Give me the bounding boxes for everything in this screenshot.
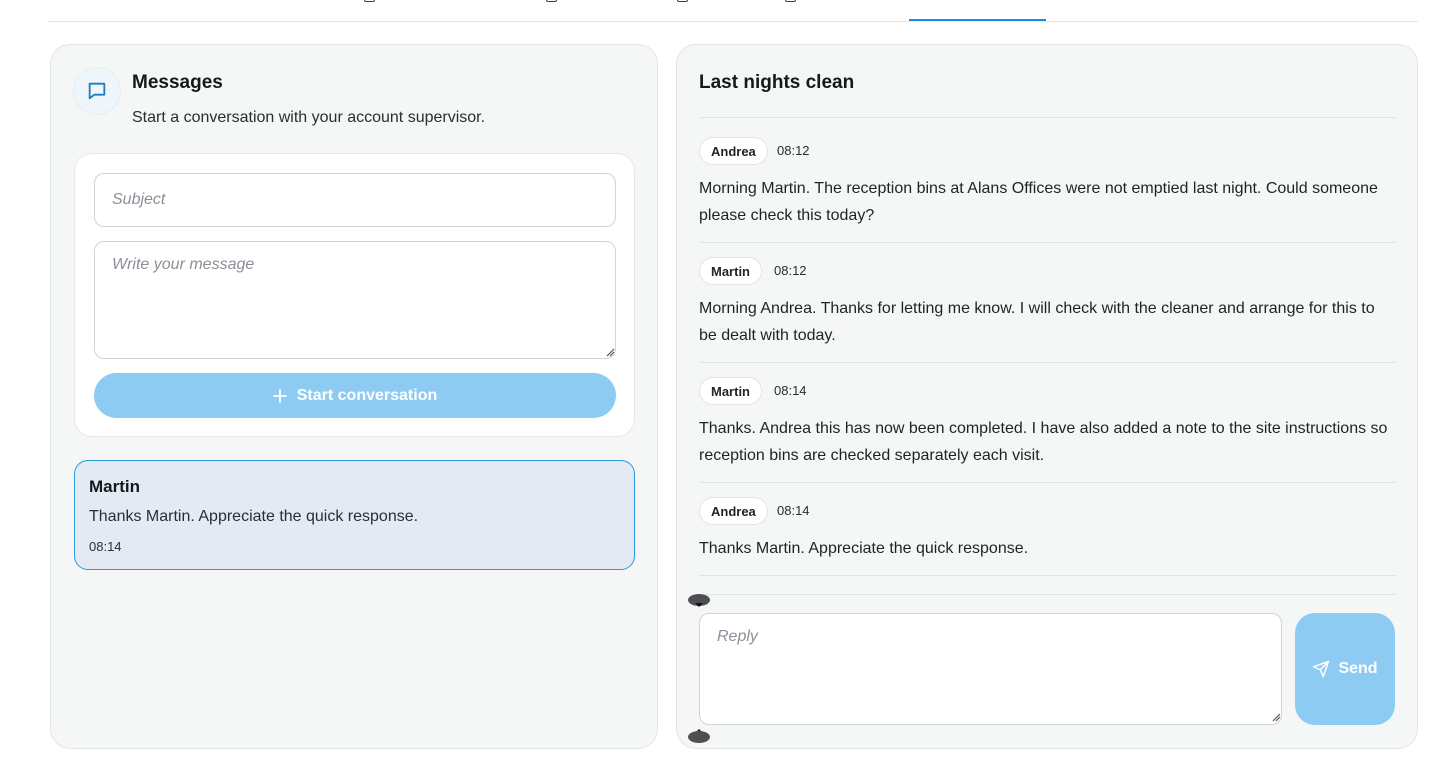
divider xyxy=(699,482,1396,483)
message-item: Martin 08:12 Morning Andrea. Thanks for … xyxy=(699,257,1396,362)
message-text: Morning Andrea. Thanks for letting me kn… xyxy=(699,300,1375,344)
conversation-preview: Thanks Martin. Appreciate the quick resp… xyxy=(89,508,419,525)
tab-icon[interactable] xyxy=(785,0,796,2)
conversation-item[interactable]: Martin Thanks Martin. Appreciate the qui… xyxy=(74,460,635,570)
message-time: 08:14 xyxy=(774,383,807,398)
tab-icon[interactable] xyxy=(364,0,375,2)
message-time: 08:14 xyxy=(777,503,810,518)
divider xyxy=(699,575,1396,576)
send-button[interactable]: Send xyxy=(1295,613,1395,725)
messages-panel: Messages Start a conversation with your … xyxy=(50,44,658,749)
message-time: 08:12 xyxy=(777,143,810,158)
message-item: Andrea 08:14 Thanks Martin. Appreciate t… xyxy=(699,497,1396,575)
subject-input[interactable] xyxy=(94,173,616,227)
resize-grip-icon[interactable] xyxy=(605,347,615,357)
divider xyxy=(699,594,1396,595)
message-text: Thanks. Andrea this has now been complet… xyxy=(699,420,1388,464)
start-conversation-label: Start conversation xyxy=(296,386,438,404)
thread-panel: Last nights clean Andrea 08:12 Morning M… xyxy=(676,44,1418,749)
start-conversation-button[interactable]: Start conversation xyxy=(94,373,616,418)
divider xyxy=(699,362,1396,363)
thread-title: Last nights clean xyxy=(699,72,855,93)
conversation-time: 08:14 xyxy=(89,539,122,554)
tab-bar xyxy=(48,0,1418,22)
plus-icon xyxy=(272,388,287,403)
drag-handle-icon[interactable] xyxy=(687,727,711,743)
sender-badge: Martin xyxy=(699,257,762,285)
send-icon xyxy=(1313,660,1330,678)
message-time: 08:12 xyxy=(774,263,807,278)
message-item: Andrea 08:12 Morning Martin. The recepti… xyxy=(699,137,1396,242)
tab-icon[interactable] xyxy=(546,0,557,2)
send-label: Send xyxy=(1338,660,1378,677)
reply-input[interactable] xyxy=(699,613,1282,725)
active-tab-indicator xyxy=(909,19,1046,21)
message-text: Morning Martin. The reception bins at Al… xyxy=(699,180,1378,224)
compose-card: Start conversation xyxy=(74,153,635,437)
message-text: Thanks Martin. Appreciate the quick resp… xyxy=(699,540,1029,557)
chat-bubble-icon xyxy=(73,67,121,115)
tab-icon[interactable] xyxy=(677,0,688,2)
messages-subtitle: Start a conversation with your account s… xyxy=(132,109,486,126)
divider xyxy=(699,117,1396,118)
resize-grip-icon[interactable] xyxy=(1271,712,1281,722)
sender-badge: Martin xyxy=(699,377,762,405)
message-item: Martin 08:14 Thanks. Andrea this has now… xyxy=(699,377,1396,482)
drag-handle-icon[interactable] xyxy=(687,593,711,609)
message-input[interactable] xyxy=(94,241,616,359)
conversation-name: Martin xyxy=(89,477,140,496)
messages-title: Messages xyxy=(132,72,223,93)
divider xyxy=(699,242,1396,243)
sender-badge: Andrea xyxy=(699,137,768,165)
sender-badge: Andrea xyxy=(699,497,768,525)
